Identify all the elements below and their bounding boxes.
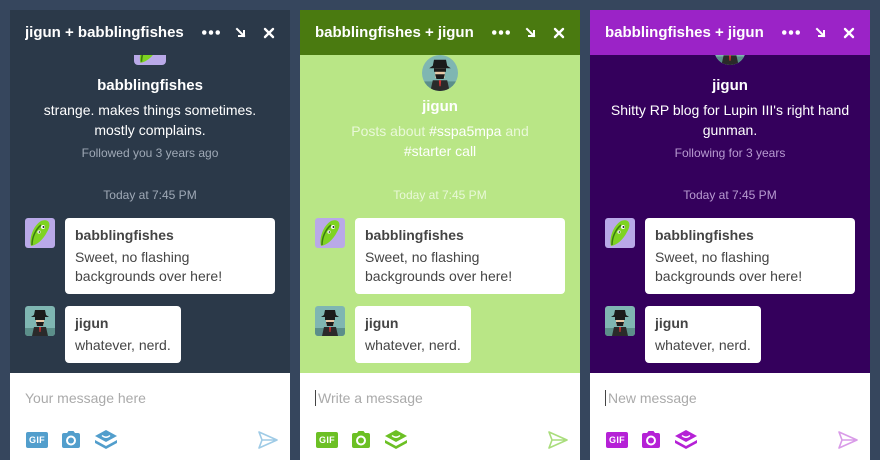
message-bubble: babblingfishes Sweet, no flashing backgr…: [355, 218, 565, 294]
header-controls: [202, 26, 276, 40]
header-controls: [782, 26, 856, 40]
message-text: whatever, nerd.: [655, 337, 751, 353]
timestamp: Today at 7:45 PM: [103, 188, 197, 202]
profile-follow-status: Following for 3 years: [674, 146, 786, 160]
message-composer: GIF: [300, 373, 580, 460]
tag-link[interactable]: #starter call: [404, 143, 476, 159]
more-icon[interactable]: [782, 26, 800, 40]
chat-title: babblingfishes + jigun: [315, 24, 474, 41]
message-input[interactable]: [605, 387, 855, 409]
close-icon[interactable]: [262, 26, 276, 40]
avatar[interactable]: [422, 55, 458, 91]
close-icon[interactable]: [842, 26, 856, 40]
avatar[interactable]: [134, 55, 166, 65]
message-text: whatever, nerd.: [75, 337, 171, 353]
profile-follow-status: Followed you 3 years ago: [81, 146, 219, 160]
timestamp: Today at 7:45 PM: [683, 188, 777, 202]
chat-title: jigun + babblingfishes: [25, 24, 184, 41]
message-bubble: babblingfishes Sweet, no flashing backgr…: [645, 218, 855, 294]
profile-name[interactable]: babblingfishes: [10, 77, 290, 94]
chat-header[interactable]: jigun + babblingfishes: [10, 10, 290, 55]
avatar[interactable]: [25, 306, 55, 336]
description-text: Posts about: [351, 123, 430, 139]
message-sender[interactable]: jigun: [365, 314, 461, 333]
more-icon[interactable]: [492, 26, 510, 40]
send-icon[interactable]: [838, 431, 858, 449]
avatar[interactable]: [605, 218, 635, 248]
message-composer: GIF: [590, 373, 870, 460]
sticker-icon[interactable]: [674, 429, 698, 451]
chat-body[interactable]: jigun Shitty RP blog for Lupin III's rig…: [590, 55, 870, 373]
gif-icon[interactable]: GIF: [606, 432, 628, 448]
chat-body[interactable]: babblingfishes strange. makes things som…: [10, 55, 290, 373]
message-text: Sweet, no flashing backgrounds over here…: [75, 249, 223, 284]
message-sender[interactable]: jigun: [75, 314, 171, 333]
message-input[interactable]: [315, 387, 565, 409]
message-bubble: babblingfishes Sweet, no flashing backgr…: [65, 218, 275, 294]
minimize-icon[interactable]: [814, 26, 828, 40]
sticker-icon[interactable]: [94, 429, 118, 451]
avatar[interactable]: [605, 306, 635, 336]
message-sender[interactable]: jigun: [655, 314, 751, 333]
chat-title: babblingfishes + jigun: [605, 24, 764, 41]
profile-name[interactable]: jigun: [300, 98, 580, 115]
chat-panel-3: babblingfishes + jigun jigun Shitty RP b…: [590, 10, 870, 460]
message-bubble: jigun whatever, nerd.: [355, 306, 471, 363]
message-bubble: jigun whatever, nerd.: [65, 306, 181, 363]
message-bubble: jigun whatever, nerd.: [645, 306, 761, 363]
send-icon[interactable]: [548, 431, 568, 449]
send-icon[interactable]: [258, 431, 278, 449]
camera-icon[interactable]: [60, 430, 82, 450]
camera-icon[interactable]: [640, 430, 662, 450]
camera-icon[interactable]: [350, 430, 372, 450]
composer-toolbar: GIF: [26, 429, 278, 451]
close-icon[interactable]: [552, 26, 566, 40]
header-controls: [492, 26, 566, 40]
avatar[interactable]: [714, 55, 746, 65]
message-sender[interactable]: babblingfishes: [365, 226, 555, 245]
profile-description: Shitty RP blog for Lupin III's right han…: [610, 102, 850, 138]
gif-icon[interactable]: GIF: [316, 432, 338, 448]
chat-header[interactable]: babblingfishes + jigun: [590, 10, 870, 55]
message-composer: GIF: [10, 373, 290, 460]
avatar[interactable]: [315, 218, 345, 248]
avatar[interactable]: [25, 218, 55, 248]
composer-toolbar: GIF: [606, 429, 858, 451]
message-input[interactable]: [25, 387, 275, 409]
profile-description: strange. makes things sometimes. mostly …: [43, 102, 257, 138]
profile-description: Posts about #sspa5mpa and #starter call: [320, 121, 560, 161]
message-text: Sweet, no flashing backgrounds over here…: [655, 249, 803, 284]
message-text: Sweet, no flashing backgrounds over here…: [365, 249, 513, 284]
message-sender[interactable]: babblingfishes: [75, 226, 265, 245]
composer-toolbar: GIF: [316, 429, 568, 451]
message-sender[interactable]: babblingfishes: [655, 226, 845, 245]
more-icon[interactable]: [202, 26, 220, 40]
gif-icon[interactable]: GIF: [26, 432, 48, 448]
minimize-icon[interactable]: [234, 26, 248, 40]
tag-link[interactable]: #sspa5mpa: [429, 123, 501, 139]
chat-panel-2: babblingfishes + jigun jigun Posts about…: [300, 10, 580, 460]
profile-name[interactable]: jigun: [590, 77, 870, 94]
description-text: and: [501, 123, 529, 139]
minimize-icon[interactable]: [524, 26, 538, 40]
chat-header[interactable]: babblingfishes + jigun: [300, 10, 580, 55]
avatar[interactable]: [315, 306, 345, 336]
sticker-icon[interactable]: [384, 429, 408, 451]
chat-body[interactable]: jigun Posts about #sspa5mpa and #starter…: [300, 55, 580, 373]
chat-panel-1: jigun + babblingfishes babblingfishes st…: [10, 10, 290, 460]
message-text: whatever, nerd.: [365, 337, 461, 353]
timestamp: Today at 7:45 PM: [393, 188, 487, 202]
